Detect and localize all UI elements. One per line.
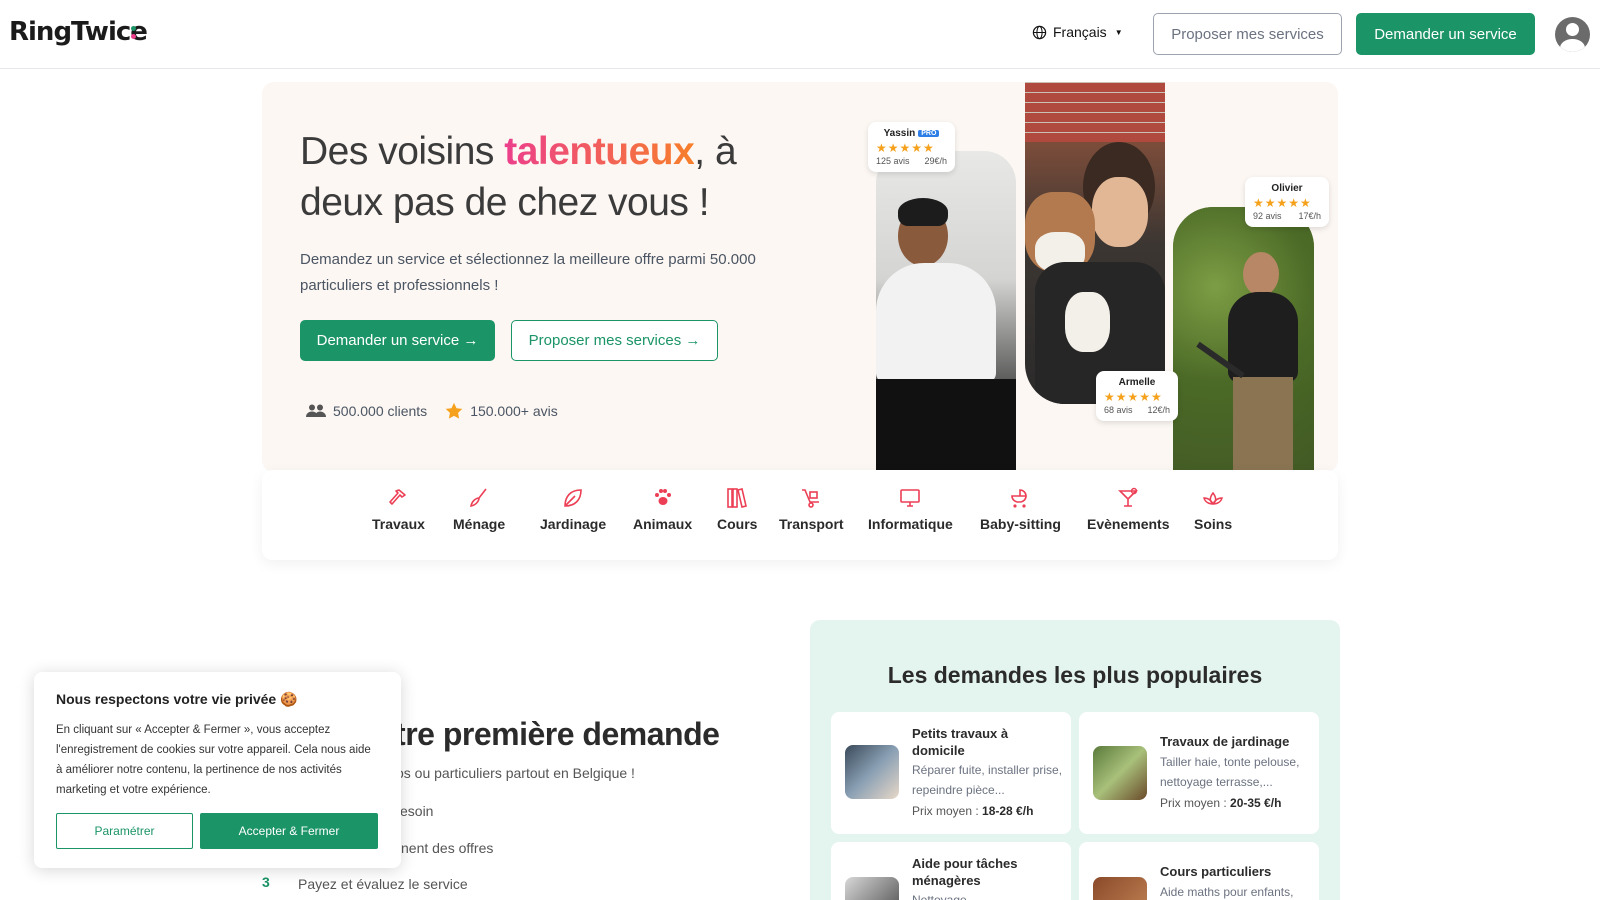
paw-icon — [654, 489, 671, 505]
pro-badge: PRO — [918, 130, 940, 137]
offer-services-button[interactable]: Proposer mes services — [1153, 13, 1342, 55]
category-soins[interactable]: Soins — [1194, 486, 1232, 532]
popular-card-petits-travaux[interactable]: Petits travaux à domicile Réparer fuite,… — [831, 712, 1071, 834]
leaf-icon — [564, 489, 582, 507]
hero-offer-services-button[interactable]: Proposer mes services → — [511, 320, 718, 361]
logo[interactable]: RingTwice — [9, 17, 148, 47]
step-3: Payez et évaluez le service — [298, 876, 468, 892]
thumb-image — [1093, 877, 1147, 900]
category-animaux[interactable]: Animaux — [633, 486, 692, 532]
category-travaux[interactable]: Travaux — [372, 486, 425, 532]
rating-stars: ★★★★★ — [1253, 196, 1312, 210]
lotus-icon — [1203, 491, 1224, 505]
cookie-title: Nous respectons votre vie privée 🍪 — [56, 691, 298, 707]
cocktail-icon — [1118, 487, 1139, 507]
stat-reviews: 150.000+ avis — [470, 403, 558, 419]
section-title: otre première demande — [376, 716, 720, 752]
hero-request-service-button[interactable]: Demander un service → — [300, 320, 495, 361]
step-2: nent des offres — [401, 840, 494, 856]
stat-clients: 500.000 clients — [333, 403, 428, 419]
caret-down-icon: ▼ — [1114, 27, 1123, 37]
category-cours[interactable]: Cours — [717, 486, 757, 532]
step-3-number: 3 — [262, 874, 270, 890]
thumb-image — [1093, 746, 1147, 800]
cookie-banner: Nous respectons votre vie privée 🍪 En cl… — [34, 672, 401, 868]
category-menage[interactable]: Ménage — [453, 486, 505, 532]
photo-woman-with-dog — [1025, 82, 1165, 404]
dolly-icon — [802, 489, 820, 508]
hero-subtitle: Demandez un service et sélectionnez la m… — [300, 251, 756, 294]
logo-dots-icon — [131, 26, 137, 41]
language-selector[interactable]: Français ▼ — [1032, 24, 1123, 40]
language-label: Français — [1053, 24, 1107, 40]
category-baby-sitting[interactable]: Baby-sitting — [980, 486, 1061, 532]
category-bar: Travaux Ménage Jardinage Animaux Cours T… — [262, 470, 1338, 560]
category-jardinage[interactable]: Jardinage — [540, 486, 606, 532]
photo-gardener — [1173, 207, 1314, 472]
rating-stars: ★★★★★ — [876, 141, 935, 155]
popular-card-cours[interactable]: Cours particuliers Aide maths pour enfan… — [1079, 842, 1319, 900]
broom-icon — [470, 488, 487, 508]
popular-card-jardinage[interactable]: Travaux de jardinage Tailler haie, tonte… — [1079, 712, 1319, 834]
review-card-yassin: Yassin PRO ★★★★★ 125 avis 29€/h — [868, 122, 955, 172]
review-card-olivier: Olivier ★★★★★ 92 avis 17€/h — [1245, 177, 1329, 227]
popular-card-menage[interactable]: Aide pour tâches ménagères Nettoyage... — [831, 842, 1071, 900]
users-icon — [306, 404, 326, 417]
star-icon — [445, 402, 463, 419]
category-informatique[interactable]: Informatique — [868, 486, 953, 532]
photo-plumber — [876, 151, 1016, 471]
hammer-icon — [389, 489, 407, 505]
thumb-image — [845, 877, 899, 900]
cookie-body: En cliquant sur « Accepter & Fermer », v… — [56, 724, 371, 796]
category-transport[interactable]: Transport — [779, 486, 844, 532]
site-header: RingTwice Français ▼ Proposer mes servic… — [0, 0, 1600, 69]
cookie-settings-button[interactable]: Paramétrer — [56, 813, 193, 849]
books-icon — [727, 488, 748, 508]
section-subtitle: os ou particuliers partout en Belgique ! — [396, 765, 635, 781]
stroller-icon — [1011, 489, 1028, 508]
review-card-armelle: Armelle ★★★★★ 68 avis 12€/h — [1096, 371, 1178, 421]
hero-stats: 500.000 clients 150.000+ avis — [306, 402, 568, 420]
user-avatar-icon[interactable] — [1555, 17, 1590, 52]
hero-title: Des voisins talentueux, à deux pas de ch… — [300, 130, 737, 224]
monitor-icon — [900, 489, 921, 507]
thumb-image — [845, 745, 899, 799]
hero-title-highlight: talentueux — [504, 130, 695, 173]
rating-stars: ★★★★★ — [1104, 390, 1163, 404]
popular-requests-title: Les demandes les plus populaires — [887, 662, 1263, 688]
request-service-button[interactable]: Demander un service — [1356, 13, 1535, 55]
cookie-accept-button[interactable]: Accepter & Fermer — [200, 813, 378, 849]
step-1: esoin — [400, 803, 434, 819]
globe-icon — [1032, 25, 1047, 39]
category-evenements[interactable]: Evènements — [1087, 486, 1169, 532]
